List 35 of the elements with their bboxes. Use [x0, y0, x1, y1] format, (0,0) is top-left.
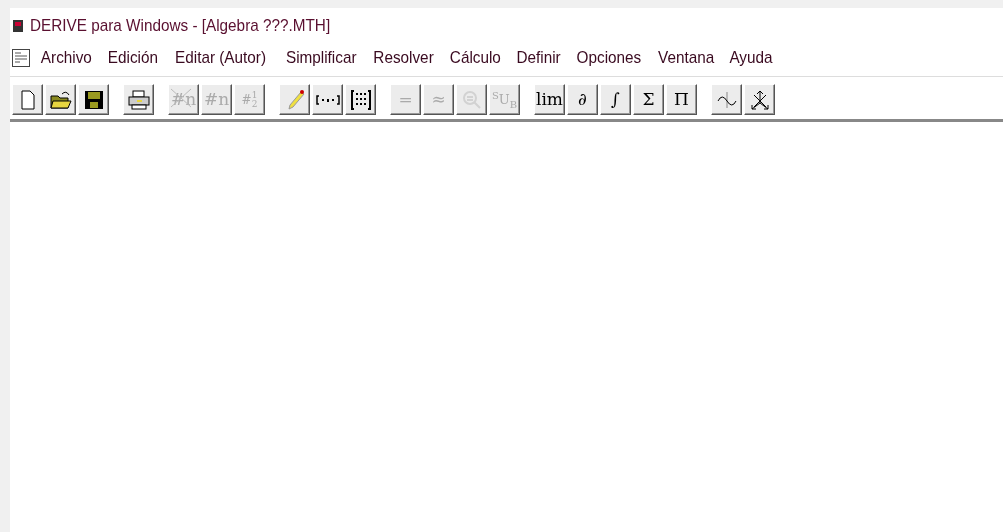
sine-wave-icon [716, 90, 737, 109]
vector-bracket-icon [315, 94, 340, 105]
magnifier-icon [461, 89, 482, 110]
printer-icon [127, 89, 150, 110]
menu-item[interactable]: Edición [107, 48, 158, 68]
menu-item[interactable]: Definir [516, 48, 561, 68]
toolbar-button[interactable]: Σ [633, 84, 664, 115]
toolbar-button[interactable] [123, 84, 154, 115]
toolbar-button[interactable] [345, 84, 376, 115]
menu-item[interactable]: Ventana [657, 48, 714, 68]
new-file-icon [20, 89, 35, 110]
toolbar-button[interactable]: Π [666, 84, 697, 115]
menu-item[interactable]: Editar (Autor) [175, 48, 267, 68]
toolbar-button[interactable]: ∫ [600, 84, 631, 115]
menu-item[interactable]: Opciones [576, 48, 642, 68]
toolbar-button[interactable] [12, 84, 43, 115]
menu-item[interactable]: Resolver [373, 48, 434, 68]
menu-item[interactable]: Cálculo [449, 48, 501, 68]
toolbar-button[interactable]: ∂ [567, 84, 598, 115]
toolbar-button[interactable]: lim [534, 84, 565, 115]
toolbar-button[interactable] [744, 84, 775, 115]
menu-item[interactable]: Simplificar [285, 48, 357, 68]
open-folder-icon [49, 89, 72, 110]
three-axes-icon [749, 88, 770, 111]
menu-item[interactable]: Ayuda [729, 48, 773, 68]
toolbar-button[interactable] [279, 84, 310, 115]
matrix-icon [349, 88, 372, 111]
toolbar-button[interactable] [78, 84, 109, 115]
window-title: DERIVE para Windows - [Algebra ???.MTH] [30, 16, 331, 36]
toolbar-button[interactable] [312, 84, 343, 115]
document-icon [12, 49, 30, 67]
toolbar-button[interactable] [711, 84, 742, 115]
app-icon [12, 19, 24, 33]
toolbar-button[interactable] [45, 84, 76, 115]
menu-item[interactable]: Archivo [40, 48, 92, 68]
